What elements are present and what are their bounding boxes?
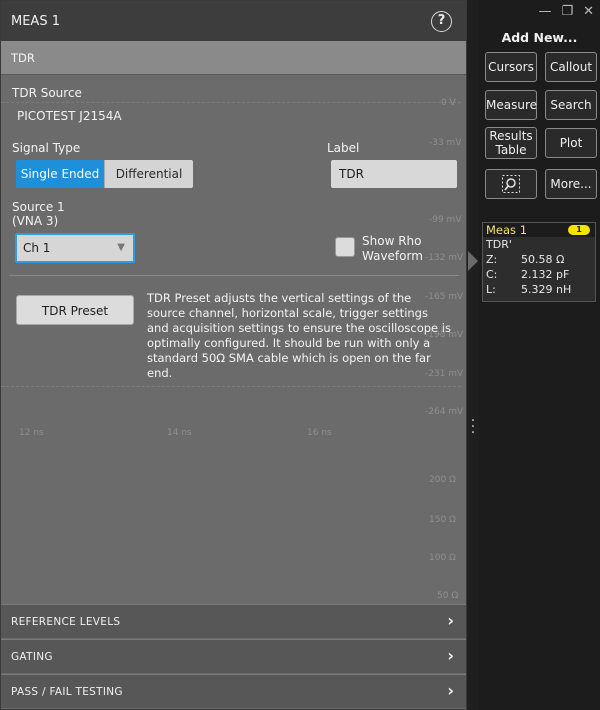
help-icon[interactable]: ?: [431, 11, 452, 32]
meas-row-key: L:: [486, 283, 496, 296]
meas-badge[interactable]: Meas 1 1 TDR' Z: 50.58 Ω C: 2.132 pF L: …: [482, 222, 596, 302]
background-readout: 14 ns: [167, 428, 192, 438]
background-readout: 50 Ω: [437, 591, 459, 601]
background-readout: -33 mV: [429, 138, 462, 148]
callout-button[interactable]: Callout: [545, 52, 597, 82]
show-rho-label-line1: Show Rho: [362, 234, 422, 248]
meas-row-value: 50.58 Ω: [521, 253, 565, 266]
signal-type-label: Signal Type: [12, 141, 81, 155]
close-icon[interactable]: ✕: [583, 4, 594, 24]
background-gridline: [1, 102, 461, 103]
meas-row-value: 2.132 pF: [521, 268, 570, 281]
drag-handle-icon[interactable]: · · ·: [470, 414, 476, 440]
show-rho-label: Show Rho Waveform: [362, 234, 442, 264]
minimize-icon[interactable]: —: [538, 4, 551, 24]
plot-button[interactable]: Plot: [545, 128, 597, 158]
panel-title: MEAS 1: [11, 14, 60, 29]
meas-badge-title: Meas 1: [486, 223, 528, 237]
tdr-section-label: TDR: [11, 51, 35, 65]
source1-dropdown[interactable]: Ch 1 ▼: [15, 233, 135, 263]
chevron-right-icon: ›: [447, 611, 454, 630]
source1-sublabel: (VNA 3): [12, 214, 59, 228]
results-table-label-line2: Table: [495, 143, 527, 157]
measure-button[interactable]: Measure: [485, 90, 537, 120]
meas-row-key: Z:: [486, 253, 498, 266]
differential-option[interactable]: Differential: [104, 160, 193, 188]
meas-row-value: 5.329 nH: [521, 283, 572, 296]
search-button[interactable]: Search: [545, 90, 597, 120]
chevron-right-icon: ›: [447, 646, 454, 665]
results-table-label-line1: Results: [489, 129, 533, 143]
meas-badge-header: Meas 1 1: [483, 223, 595, 237]
panel-header: MEAS 1 ?: [1, 1, 466, 41]
background-readout: 150 Ω: [429, 515, 456, 525]
meas-badge-source: TDR': [486, 238, 512, 251]
restore-icon[interactable]: ❐: [561, 4, 573, 24]
accordion-label: REFERENCE LEVELS: [11, 616, 121, 628]
cursors-button[interactable]: Cursors: [485, 52, 537, 82]
meas-badge-number: 1: [568, 225, 590, 235]
background-readout: 200 Ω: [429, 475, 456, 485]
add-new-title: Add New...: [501, 30, 578, 45]
accordion-reference-levels[interactable]: REFERENCE LEVELS ›: [1, 604, 466, 638]
label-input[interactable]: TDR: [331, 160, 457, 188]
accordion-label: PASS / FAIL TESTING: [11, 686, 123, 698]
results-table-button[interactable]: Results Table: [485, 127, 537, 159]
source1-value: Ch 1: [23, 241, 51, 255]
add-new-panel: — ❐ ✕ Add New... Cursors Callout Measure…: [479, 0, 600, 710]
signal-type-toggle: Single Ended Differential: [16, 160, 193, 188]
source1-label: Source 1: [12, 200, 65, 214]
show-rho-checkbox[interactable]: [335, 237, 355, 257]
meas-row-key: C:: [486, 268, 498, 281]
more-button[interactable]: More...: [545, 169, 597, 199]
accordion-pass-fail-testing[interactable]: PASS / FAIL TESTING ›: [1, 674, 466, 708]
background-readout: 0 V: [441, 98, 456, 108]
chevron-down-icon: ▼: [117, 242, 125, 253]
background-readout: 100 Ω: [429, 553, 456, 563]
background-readout: 16 ns: [307, 428, 332, 438]
zoom-button[interactable]: [485, 169, 537, 199]
background-gridline: [1, 386, 461, 387]
tdr-source-label: TDR Source: [12, 86, 82, 100]
divider: [9, 275, 459, 276]
background-readout: -99 mV: [429, 215, 462, 225]
zoom-select-icon: [502, 175, 520, 193]
panel-splitter[interactable]: · · ·: [467, 0, 479, 710]
tdr-source-value: PICOTEST J2154A: [17, 109, 122, 123]
label-field-label: Label: [327, 141, 360, 155]
background-readout: -264 mV: [425, 407, 464, 417]
chevron-right-icon: ›: [447, 681, 454, 700]
accordion-gating[interactable]: GATING ›: [1, 639, 466, 673]
tdr-preset-button[interactable]: TDR Preset: [16, 295, 134, 325]
accordion-label: GATING: [11, 651, 53, 663]
single-ended-option[interactable]: Single Ended: [16, 160, 104, 188]
tdr-preset-description: TDR Preset adjusts the vertical settings…: [147, 291, 451, 380]
background-readout: 12 ns: [19, 428, 44, 438]
panel-pointer-icon: [468, 251, 478, 271]
tdr-section-header[interactable]: TDR: [1, 41, 466, 75]
show-rho-label-line2: Waveform: [362, 249, 423, 263]
meas-config-panel: 0 V -33 mV -99 mV -132 mV -165 mV -198 m…: [0, 0, 467, 710]
window-controls: — ❐ ✕: [538, 4, 594, 24]
